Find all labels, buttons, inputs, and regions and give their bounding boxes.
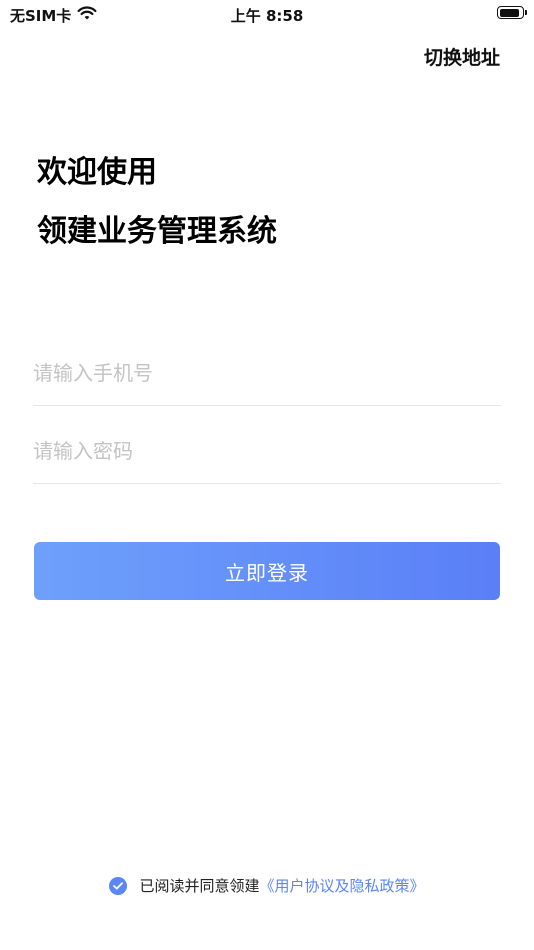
password-field: [33, 418, 501, 484]
login-button[interactable]: 立即登录: [34, 542, 500, 600]
battery-indicator: [497, 6, 527, 19]
phone-input[interactable]: [33, 358, 501, 388]
agreement-text: 已阅读并同意领建: [139, 877, 260, 895]
battery-fill: [499, 8, 520, 17]
system-name-title: 领建业务管理系统: [37, 214, 277, 249]
agreement-row: 已阅读并同意领建 《用户协议及隐私政策》: [0, 875, 534, 896]
policy-link[interactable]: 《用户协议及隐私政策》: [260, 875, 425, 896]
status-time: 上午 8:58: [230, 7, 304, 25]
welcome-title: 欢迎使用: [37, 155, 157, 190]
password-input[interactable]: [33, 436, 501, 466]
phone-field: [33, 340, 501, 406]
switch-address-button[interactable]: 切换地址: [424, 43, 500, 70]
battery-icon: [497, 6, 527, 19]
check-circle-icon[interactable]: [109, 876, 128, 895]
status-bar: 无SIM卡 上午 8:58: [0, 0, 534, 30]
